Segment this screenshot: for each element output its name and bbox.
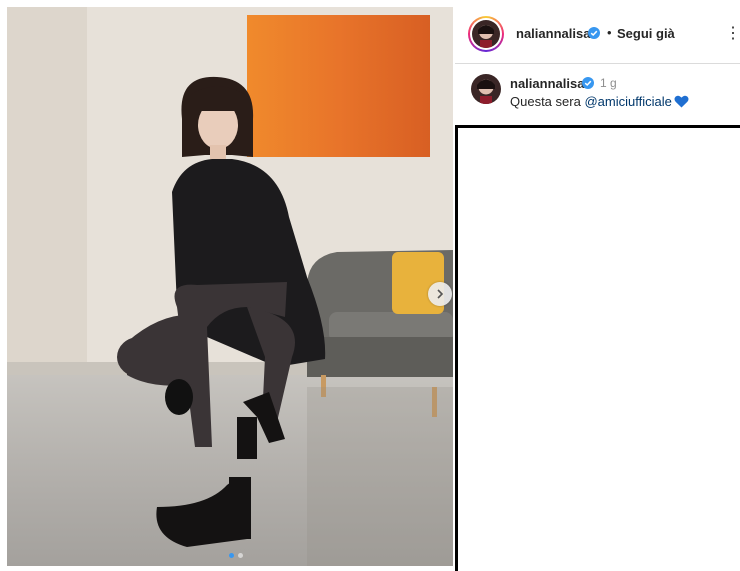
- verified-badge-icon: [588, 27, 600, 39]
- following-button[interactable]: Segui già: [617, 26, 675, 41]
- more-options-icon[interactable]: ⋮: [725, 23, 740, 43]
- caption-row: naliannalisa 1 g Questa sera @amiciuffic…: [455, 64, 740, 124]
- caption-avatar[interactable]: [471, 74, 501, 104]
- carousel-dot-active: [229, 553, 234, 558]
- caption-username[interactable]: naliannalisa: [510, 76, 584, 91]
- carousel-indicator: [229, 553, 243, 558]
- caption-timestamp[interactable]: 1 g: [600, 76, 617, 90]
- painting: [247, 15, 430, 157]
- comments-area-placeholder: [455, 125, 740, 571]
- avatar-image: [471, 74, 501, 104]
- blue-heart-icon: [674, 95, 689, 108]
- post-photo: [7, 7, 453, 566]
- caption-text-prefix: Questa sera: [510, 94, 585, 109]
- caption-text: Questa sera @amiciufficiale: [510, 94, 689, 109]
- separator: •: [607, 25, 612, 40]
- verified-badge-icon: [582, 77, 594, 89]
- carousel-next-button[interactable]: [428, 282, 452, 306]
- avatar-image: [472, 20, 500, 48]
- post-username[interactable]: naliannalisa: [516, 26, 590, 41]
- chevron-right-icon: [437, 289, 444, 299]
- post-header: naliannalisa • Segui già ⋮: [455, 7, 740, 64]
- avatar: [472, 20, 500, 48]
- carousel-dot: [238, 553, 243, 558]
- mention-link[interactable]: @amiciufficiale: [584, 94, 671, 109]
- post-image[interactable]: [7, 7, 453, 566]
- story-ring[interactable]: [468, 16, 504, 52]
